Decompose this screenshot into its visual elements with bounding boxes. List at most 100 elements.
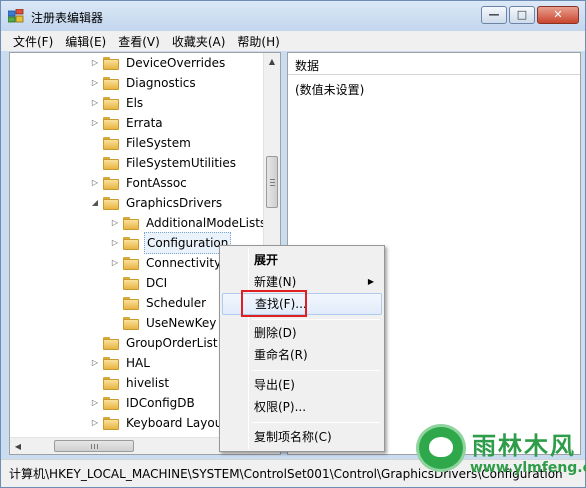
close-icon: ✕ — [553, 8, 563, 21]
tree-item-label[interactable]: FontAssoc — [124, 173, 189, 193]
close-button[interactable]: ✕ — [537, 6, 579, 24]
menu-item-delete[interactable]: 删除(D) — [222, 322, 382, 344]
tree-item-label[interactable]: Diagnostics — [124, 73, 198, 93]
expand-arrow-icon[interactable]: ▷ — [90, 393, 100, 413]
folder-icon-body — [103, 338, 119, 350]
tree-item[interactable]: hivelist — [90, 373, 171, 393]
folder-icon-body — [103, 78, 119, 90]
tree-item[interactable]: UseNewKey — [110, 313, 218, 333]
tree-item-label[interactable]: FileSystem — [124, 133, 193, 153]
tree-item-label[interactable]: AdditionalModeLists — [144, 213, 268, 233]
expand-arrow-icon[interactable]: ▷ — [110, 253, 120, 273]
folder-icon — [103, 136, 119, 150]
menu-separator — [252, 370, 380, 371]
tree-item[interactable]: FileSystem — [90, 133, 193, 153]
tree-item[interactable]: GroupOrderList — [90, 333, 220, 353]
tree-item[interactable]: ▷ DeviceOverrides — [90, 53, 227, 73]
tree-item[interactable]: ▷ AdditionalModeLists — [110, 213, 268, 233]
tree-item[interactable]: Scheduler — [110, 293, 208, 313]
folder-icon — [103, 76, 119, 90]
menu-item-rename[interactable]: 重命名(R) — [222, 344, 382, 366]
tree-item-label[interactable]: DeviceOverrides — [124, 53, 227, 73]
data-column-header[interactable]: 数据 — [288, 53, 580, 75]
tree-item[interactable]: ▷ Diagnostics — [90, 73, 198, 93]
tree-connector — [110, 293, 120, 313]
folder-icon — [123, 256, 139, 270]
watermark-url: www.ylmfeng.com — [470, 460, 586, 476]
menu-item-copy-key-name[interactable]: 复制项名称(C) — [222, 426, 382, 448]
find-highlight-box — [241, 290, 307, 317]
menu-help[interactable]: 帮助(H) — [231, 31, 285, 51]
expand-arrow-icon[interactable]: ▷ — [110, 233, 120, 253]
expand-arrow-icon[interactable]: ▷ — [90, 73, 100, 93]
tree-item-label[interactable]: Keyboard Layout — [124, 413, 229, 433]
folder-icon-body — [103, 398, 119, 410]
tree-item[interactable]: FileSystemUtilities — [90, 153, 238, 173]
tree-item[interactable]: ◢ GraphicsDrivers — [90, 193, 224, 213]
expand-arrow-icon[interactable]: ▷ — [90, 53, 100, 73]
folder-icon — [103, 416, 119, 430]
tree-item-label[interactable]: IDConfigDB — [124, 393, 197, 413]
default-value-data[interactable]: (数值未设置) — [288, 75, 580, 98]
expand-arrow-icon[interactable]: ▷ — [90, 93, 100, 113]
scroll-grip-line — [270, 185, 275, 186]
title-bar[interactable]: 注册表编辑器 — □ ✕ — [1, 1, 585, 31]
tree-item-label[interactable]: hivelist — [124, 373, 171, 393]
maximize-button[interactable]: □ — [509, 6, 535, 24]
tree-connector — [110, 273, 120, 293]
folder-icon-body — [103, 358, 119, 370]
vertical-scroll-thumb[interactable] — [266, 156, 278, 208]
expand-arrow-icon[interactable]: ▷ — [90, 113, 100, 133]
tree-item-label[interactable]: DCI — [144, 273, 169, 293]
tree-item[interactable]: ▷ Configuration — [110, 232, 232, 254]
tree-item[interactable]: ▷ HAL — [90, 353, 152, 373]
folder-icon-body — [103, 158, 119, 170]
tree-item-label[interactable]: Scheduler — [144, 293, 208, 313]
folder-icon — [103, 356, 119, 370]
tree-item-label[interactable]: Connectivity — [144, 253, 223, 273]
folder-icon-body — [103, 58, 119, 70]
menu-item-expand[interactable]: 展开 — [222, 249, 382, 271]
expand-arrow-icon[interactable]: ▷ — [110, 213, 120, 233]
maximize-icon: □ — [516, 8, 528, 21]
horizontal-scroll-thumb[interactable] — [54, 440, 134, 452]
expand-arrow-icon[interactable]: ▷ — [90, 173, 100, 193]
menu-separator — [252, 319, 380, 320]
tree-item[interactable]: ▷ FontAssoc — [90, 173, 189, 193]
menu-favorites[interactable]: 收藏夹(A) — [166, 31, 232, 51]
expand-arrow-icon[interactable]: ▷ — [90, 353, 100, 373]
tree-item-label[interactable]: FileSystemUtilities — [124, 153, 238, 173]
menu-edit[interactable]: 编辑(E) — [59, 31, 112, 51]
scroll-grip-line — [91, 444, 92, 449]
folder-icon-body — [103, 418, 119, 430]
menu-item-new-label: 新建(N) — [254, 275, 297, 289]
folder-icon-body — [123, 218, 139, 230]
scroll-up-arrow-icon[interactable]: ▲ — [264, 53, 280, 70]
minimize-button[interactable]: — — [481, 6, 507, 24]
tree-item-label[interactable]: Errata — [124, 113, 165, 133]
tree-item[interactable]: ▷ Connectivity — [110, 253, 223, 273]
tree-item[interactable]: ▷ IDConfigDB — [90, 393, 197, 413]
menu-item-permissions[interactable]: 权限(P)... — [222, 396, 382, 418]
scroll-left-arrow-icon[interactable]: ◀ — [10, 438, 26, 454]
tree-item-label[interactable]: GroupOrderList — [124, 333, 220, 353]
folder-icon — [123, 236, 139, 250]
tree-item-label[interactable]: HAL — [124, 353, 152, 373]
folder-icon — [123, 316, 139, 330]
menu-file[interactable]: 文件(F) — [7, 31, 59, 51]
folder-icon — [103, 376, 119, 390]
tree-item-label[interactable]: Els — [124, 93, 145, 113]
expand-arrow-icon[interactable]: ▷ — [90, 413, 100, 433]
tree-connector — [90, 373, 100, 393]
tree-connector — [90, 153, 100, 173]
menu-view[interactable]: 查看(V) — [112, 31, 166, 51]
tree-item[interactable]: DCI — [110, 273, 169, 293]
tree-item[interactable]: ▷ Els — [90, 93, 145, 113]
folder-icon-body — [103, 198, 119, 210]
expand-arrow-icon[interactable]: ◢ — [90, 193, 100, 213]
tree-item[interactable]: ▷ Errata — [90, 113, 165, 133]
menu-item-export[interactable]: 导出(E) — [222, 374, 382, 396]
tree-item[interactable]: ▷ Keyboard Layout — [90, 413, 229, 433]
tree-item-label[interactable]: UseNewKey — [144, 313, 218, 333]
tree-item-label[interactable]: GraphicsDrivers — [124, 193, 224, 213]
